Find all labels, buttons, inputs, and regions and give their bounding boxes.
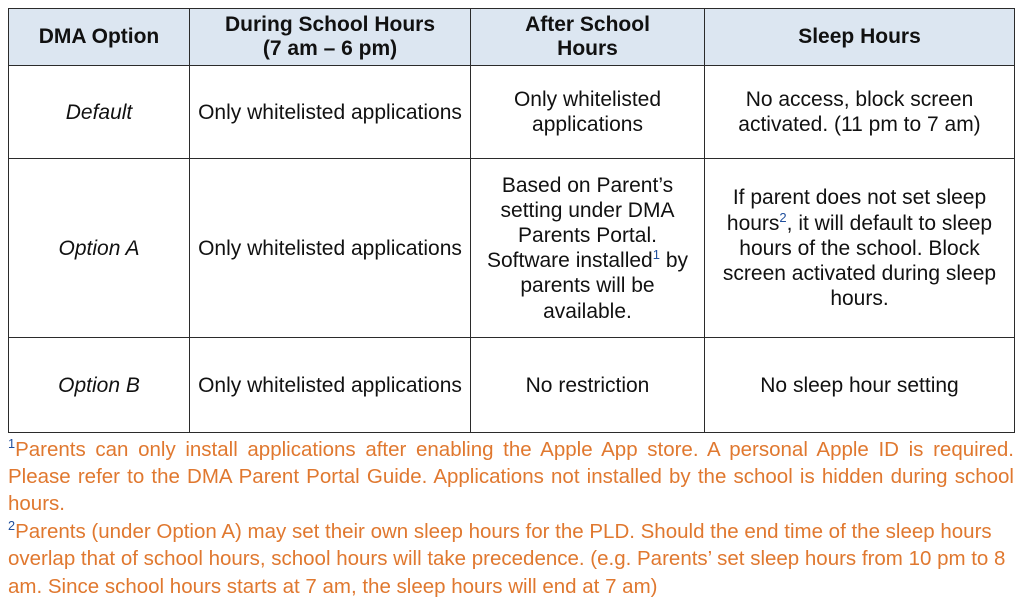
table-body: Default Only whitelisted applications On… xyxy=(8,65,1015,434)
cell-option-name: Default xyxy=(8,65,190,160)
cell-sleep-hours: No access, block screen activated. (11 p… xyxy=(704,65,1015,160)
column-header-during-school-hours: During School Hours (7 am – 6 pm) xyxy=(189,7,471,67)
cell-during-school-hours: Only whitelisted applications xyxy=(189,337,471,434)
cell-sleep-hours-text: No sleep hour setting xyxy=(760,373,959,397)
cell-sleep-hours-text: No access, block screen activated. (11 p… xyxy=(738,88,981,137)
footnote-marker-2: 2 xyxy=(779,209,787,225)
column-header-after-school-hours-line1: After School xyxy=(525,13,650,36)
column-header-sleep-hours: Sleep Hours xyxy=(704,7,1015,67)
cell-after-school-hours-text: No restriction xyxy=(525,373,650,397)
column-header-after-school-hours-line2: Hours xyxy=(557,37,618,61)
column-header-during-school-hours-line1: During School Hours xyxy=(225,13,435,36)
cell-during-school-hours: Only whitelisted applications xyxy=(189,65,471,160)
table-row: Default Only whitelisted applications On… xyxy=(8,65,1015,160)
cell-after-school-hours: Only whitelisted applications xyxy=(470,65,705,160)
cell-after-school-hours-text: Only whitelisted applications xyxy=(513,88,662,137)
footnote-1-text: Parents can only install applications af… xyxy=(8,438,1014,516)
table-header: DMA Option During School Hours (7 am – 6… xyxy=(8,7,1015,67)
dma-option-table-page: DMA Option During School Hours (7 am – 6… xyxy=(0,0,1022,612)
table-row: Option A Only whitelisted applications B… xyxy=(8,158,1015,339)
footnotes-section: 1Parents can only install applications a… xyxy=(8,436,1014,599)
dma-options-table: DMA Option During School Hours (7 am – 6… xyxy=(8,7,1015,434)
column-header-dma-option: DMA Option xyxy=(8,7,190,67)
cell-option-name: Option A xyxy=(8,158,190,339)
table-header-row: DMA Option During School Hours (7 am – 6… xyxy=(8,7,1015,67)
table-row: Option B Only whitelisted applications N… xyxy=(8,337,1015,434)
column-header-sleep-hours-line1: Sleep Hours xyxy=(798,25,921,49)
footnote-2-text: Parents (under Option A) may set their o… xyxy=(8,520,1006,598)
cell-sleep-hours: If parent does not set sleep hours2, it … xyxy=(704,158,1015,339)
cell-after-school-hours-text: Based on Parent’s setting under DMA Pare… xyxy=(486,173,675,273)
column-header-dma-option-line1: DMA Option xyxy=(38,25,160,49)
cell-after-school-hours: Based on Parent’s setting under DMA Pare… xyxy=(470,158,705,339)
cell-after-school-hours: No restriction xyxy=(470,337,705,434)
footnote-1: 1Parents can only install applications a… xyxy=(8,436,1014,517)
column-header-during-school-hours-line2: (7 am – 6 pm) xyxy=(262,37,398,61)
footnote-2: 2Parents (under Option A) may set their … xyxy=(8,518,1014,599)
footnote-marker-1: 1 xyxy=(652,247,660,263)
cell-sleep-hours: No sleep hour setting xyxy=(704,337,1015,434)
column-header-after-school-hours: After School Hours xyxy=(470,7,705,67)
cell-during-school-hours: Only whitelisted applications xyxy=(189,158,471,339)
cell-option-name: Option B xyxy=(8,337,190,434)
